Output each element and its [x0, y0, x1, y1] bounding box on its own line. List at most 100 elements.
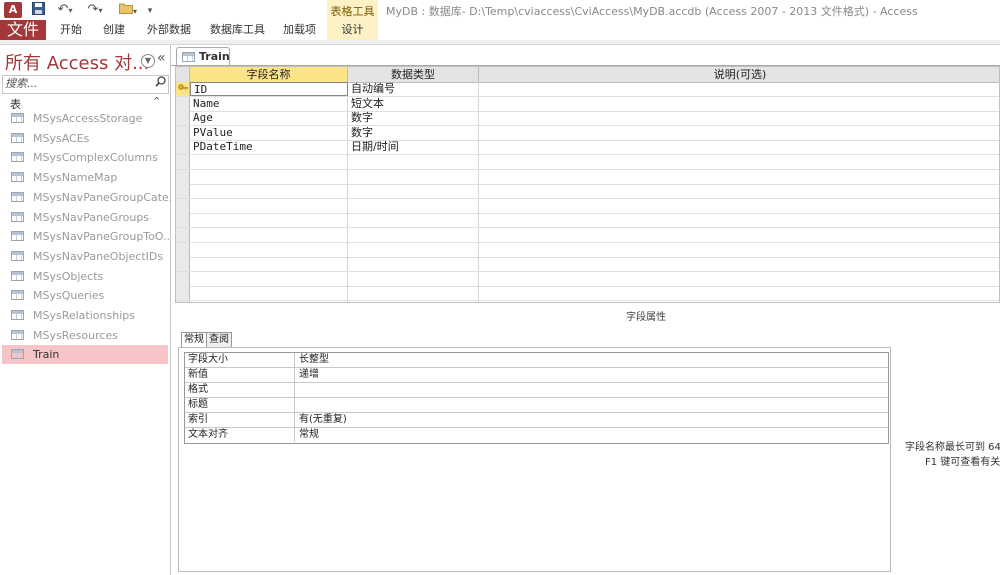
description-cell[interactable] [479, 184, 999, 198]
search-icon[interactable] [155, 76, 166, 91]
tab-general[interactable]: 常规 [181, 332, 207, 347]
nav-item-table[interactable]: MSysRelationships [2, 306, 168, 325]
description-cell[interactable] [479, 199, 999, 213]
property-value[interactable]: 长整型 [295, 353, 888, 367]
nav-item-table[interactable]: MSysResources [2, 326, 168, 345]
row-selector[interactable] [176, 140, 190, 155]
data-type-cell[interactable] [348, 184, 479, 199]
data-type-cell[interactable] [348, 257, 479, 272]
row-selector[interactable] [176, 257, 190, 272]
nav-item-table[interactable]: MSysNameMap [2, 168, 168, 187]
table-row[interactable] [176, 271, 999, 287]
table-row[interactable] [176, 301, 999, 302]
nav-item-table[interactable]: MSysNavPaneObjectIDs [2, 247, 168, 266]
description-cell[interactable] [479, 140, 999, 154]
data-type-cell[interactable] [348, 169, 479, 184]
data-type-cell[interactable] [348, 228, 479, 242]
field-name-cell[interactable] [190, 271, 348, 286]
nav-item-table[interactable]: MSysComplexColumns [2, 148, 168, 167]
nav-item-table[interactable]: MSysNavPaneGroupToO... [2, 227, 174, 246]
column-header-field-name[interactable]: 字段名称 [190, 67, 348, 82]
table-row[interactable] [176, 198, 999, 214]
data-type-cell[interactable] [348, 213, 479, 228]
tab-database-tools[interactable]: 数据库工具 [210, 22, 265, 40]
nav-item-table[interactable]: MSysACEs [2, 129, 168, 148]
column-header-description[interactable]: 说明(可选) [479, 67, 999, 82]
nav-item-table[interactable]: MSysQueries [2, 286, 168, 305]
data-type-cell[interactable] [348, 301, 479, 302]
property-value[interactable]: 有(无重复) [295, 413, 888, 427]
field-name-cell[interactable] [190, 155, 348, 169]
undo-icon[interactable]: ↶▾ [54, 2, 76, 18]
field-name-cell[interactable] [190, 301, 348, 302]
save-icon[interactable] [30, 2, 46, 18]
field-name-cell[interactable] [190, 228, 348, 242]
tab-create[interactable]: 创建 [103, 22, 125, 40]
tab-home[interactable]: 开始 [60, 22, 82, 40]
data-type-cell[interactable]: 短文本 [348, 96, 479, 111]
table-row[interactable] [176, 184, 999, 200]
field-name-cell[interactable] [190, 213, 348, 228]
table-row[interactable]: Age 数字 [176, 111, 999, 127]
data-type-cell[interactable] [348, 242, 479, 257]
field-name-cell[interactable]: PDateTime [190, 140, 348, 155]
nav-item-table[interactable]: Train [2, 345, 168, 365]
chevron-down-icon[interactable]: ▼ [141, 54, 155, 68]
tab-lookup[interactable]: 查阅 [206, 332, 232, 347]
description-cell[interactable] [479, 272, 999, 286]
open-folder-icon[interactable]: ▾ [116, 2, 140, 18]
collapse-pane-icon[interactable]: « [157, 50, 166, 66]
property-value[interactable] [295, 398, 888, 412]
description-cell[interactable] [479, 243, 999, 257]
field-name-cell[interactable]: ID [190, 82, 348, 96]
field-name-cell[interactable] [190, 184, 348, 199]
data-type-cell[interactable]: 自动编号 [348, 82, 479, 96]
description-cell[interactable] [479, 257, 999, 271]
row-selector[interactable] [176, 198, 190, 213]
table-row[interactable] [176, 228, 999, 243]
row-selector[interactable] [176, 184, 190, 199]
row-selector[interactable] [176, 228, 190, 242]
field-name-cell[interactable]: Age [190, 111, 348, 126]
table-row[interactable] [176, 155, 999, 170]
document-tab-train[interactable]: Train [176, 47, 230, 66]
row-selector[interactable] [176, 82, 190, 96]
description-cell[interactable] [479, 286, 999, 300]
field-name-cell[interactable] [190, 286, 348, 301]
property-value[interactable] [295, 383, 888, 397]
tab-file[interactable]: 文件 [0, 20, 46, 40]
access-app-icon[interactable]: A [4, 2, 22, 18]
table-row[interactable] [176, 213, 999, 229]
description-cell[interactable] [479, 213, 999, 227]
data-type-cell[interactable] [348, 271, 479, 286]
description-cell[interactable] [479, 126, 999, 140]
row-selector[interactable] [176, 155, 190, 169]
row-selector-header[interactable] [176, 67, 190, 82]
tab-addins[interactable]: 加载项 [283, 22, 316, 40]
tab-design[interactable]: 设计 [330, 22, 375, 40]
table-row[interactable] [176, 286, 999, 302]
row-selector[interactable] [176, 213, 190, 228]
redo-icon[interactable]: ↷▾ [84, 2, 106, 18]
field-name-cell[interactable] [190, 257, 348, 272]
row-selector[interactable] [176, 286, 190, 301]
description-cell[interactable] [479, 97, 999, 111]
row-selector[interactable] [176, 271, 190, 286]
property-value[interactable]: 递增 [295, 368, 888, 382]
description-cell[interactable] [479, 82, 999, 96]
row-selector[interactable] [176, 301, 190, 302]
row-selector[interactable] [176, 125, 190, 140]
table-row[interactable] [176, 242, 999, 258]
description-cell[interactable] [479, 301, 999, 302]
nav-item-table[interactable]: MSysNavPaneGroups [2, 208, 168, 227]
data-type-cell[interactable]: 数字 [348, 111, 479, 126]
field-name-cell[interactable] [190, 169, 348, 184]
description-cell[interactable] [479, 228, 999, 242]
data-type-cell[interactable]: 日期/时间 [348, 140, 479, 155]
description-cell[interactable] [479, 155, 999, 169]
data-type-cell[interactable] [348, 198, 479, 213]
description-cell[interactable] [479, 170, 999, 184]
table-row[interactable] [176, 257, 999, 273]
field-name-cell[interactable]: Name [190, 96, 348, 111]
field-name-cell[interactable] [190, 242, 348, 257]
